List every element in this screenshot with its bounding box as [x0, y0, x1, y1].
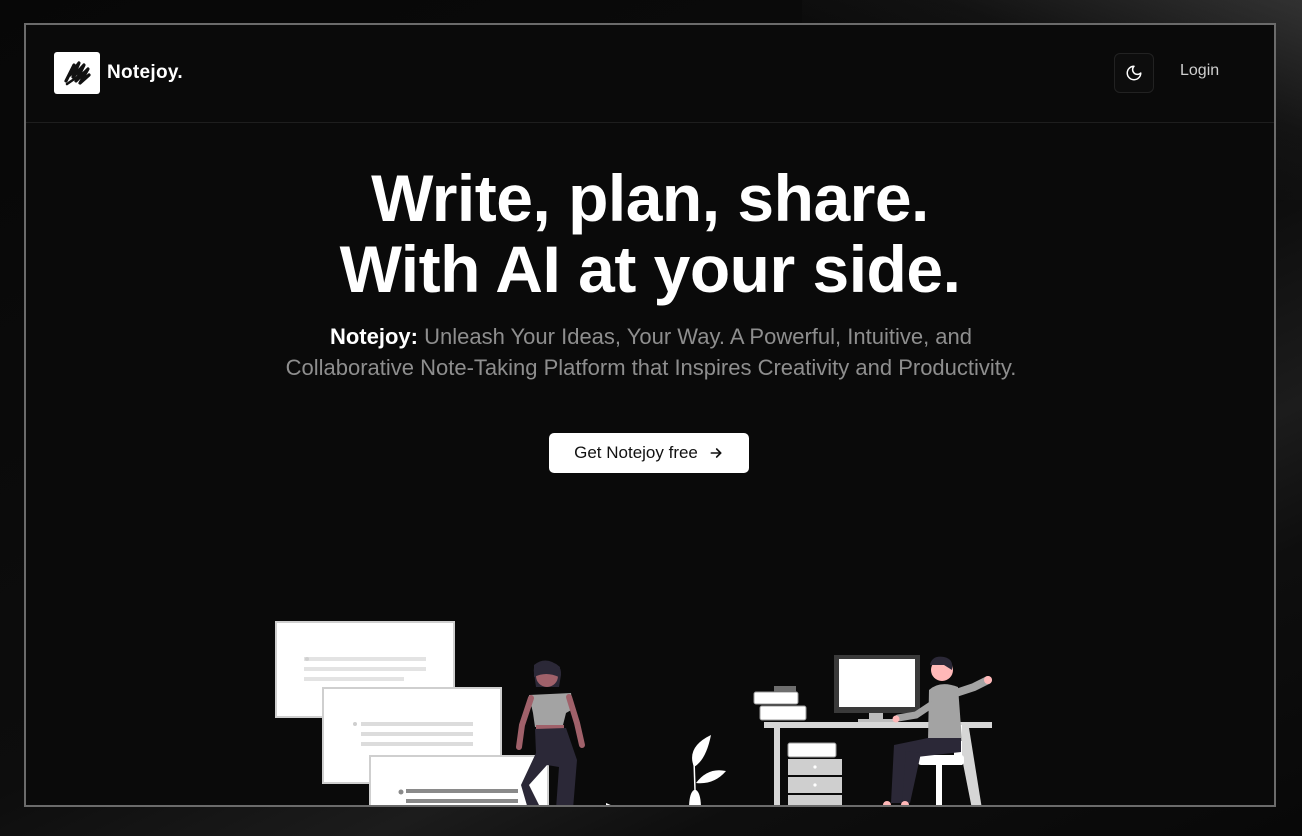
top-navbar: Notejoy. Login — [26, 25, 1274, 123]
arrow-right-icon — [708, 445, 724, 461]
login-button[interactable]: Login — [1180, 62, 1219, 80]
hero-title: Write, plan, share. With AI at your side… — [26, 163, 1274, 305]
hero-subtitle-lead: Notejoy: — [329, 324, 418, 349]
get-started-label: Get Notejoy free — [574, 443, 698, 462]
brand-logo-link[interactable]: Notejoy. — [54, 52, 183, 94]
woman-figure — [516, 660, 585, 805]
get-started-button[interactable]: Get Notejoy free — [549, 433, 749, 473]
theme-toggle-button[interactable] — [1114, 53, 1154, 93]
hero-illustration — [275, 621, 992, 805]
moon-icon — [1126, 65, 1142, 81]
hero-subtitle: Notejoy: Unleash Your Ideas, Your Way. A… — [276, 321, 1026, 383]
logo-scribble-icon — [54, 52, 100, 94]
plant-vase — [606, 735, 726, 805]
desk-scene — [753, 655, 992, 805]
note-card-stack — [275, 621, 549, 805]
browser-window: Notejoy. Login Write, plan, share. With … — [24, 23, 1276, 807]
hero-title-line-1: Write, plan, share. — [371, 161, 929, 235]
hero-title-line-2: With AI at your side. — [339, 232, 961, 306]
brand-name: Notejoy. — [107, 62, 183, 83]
